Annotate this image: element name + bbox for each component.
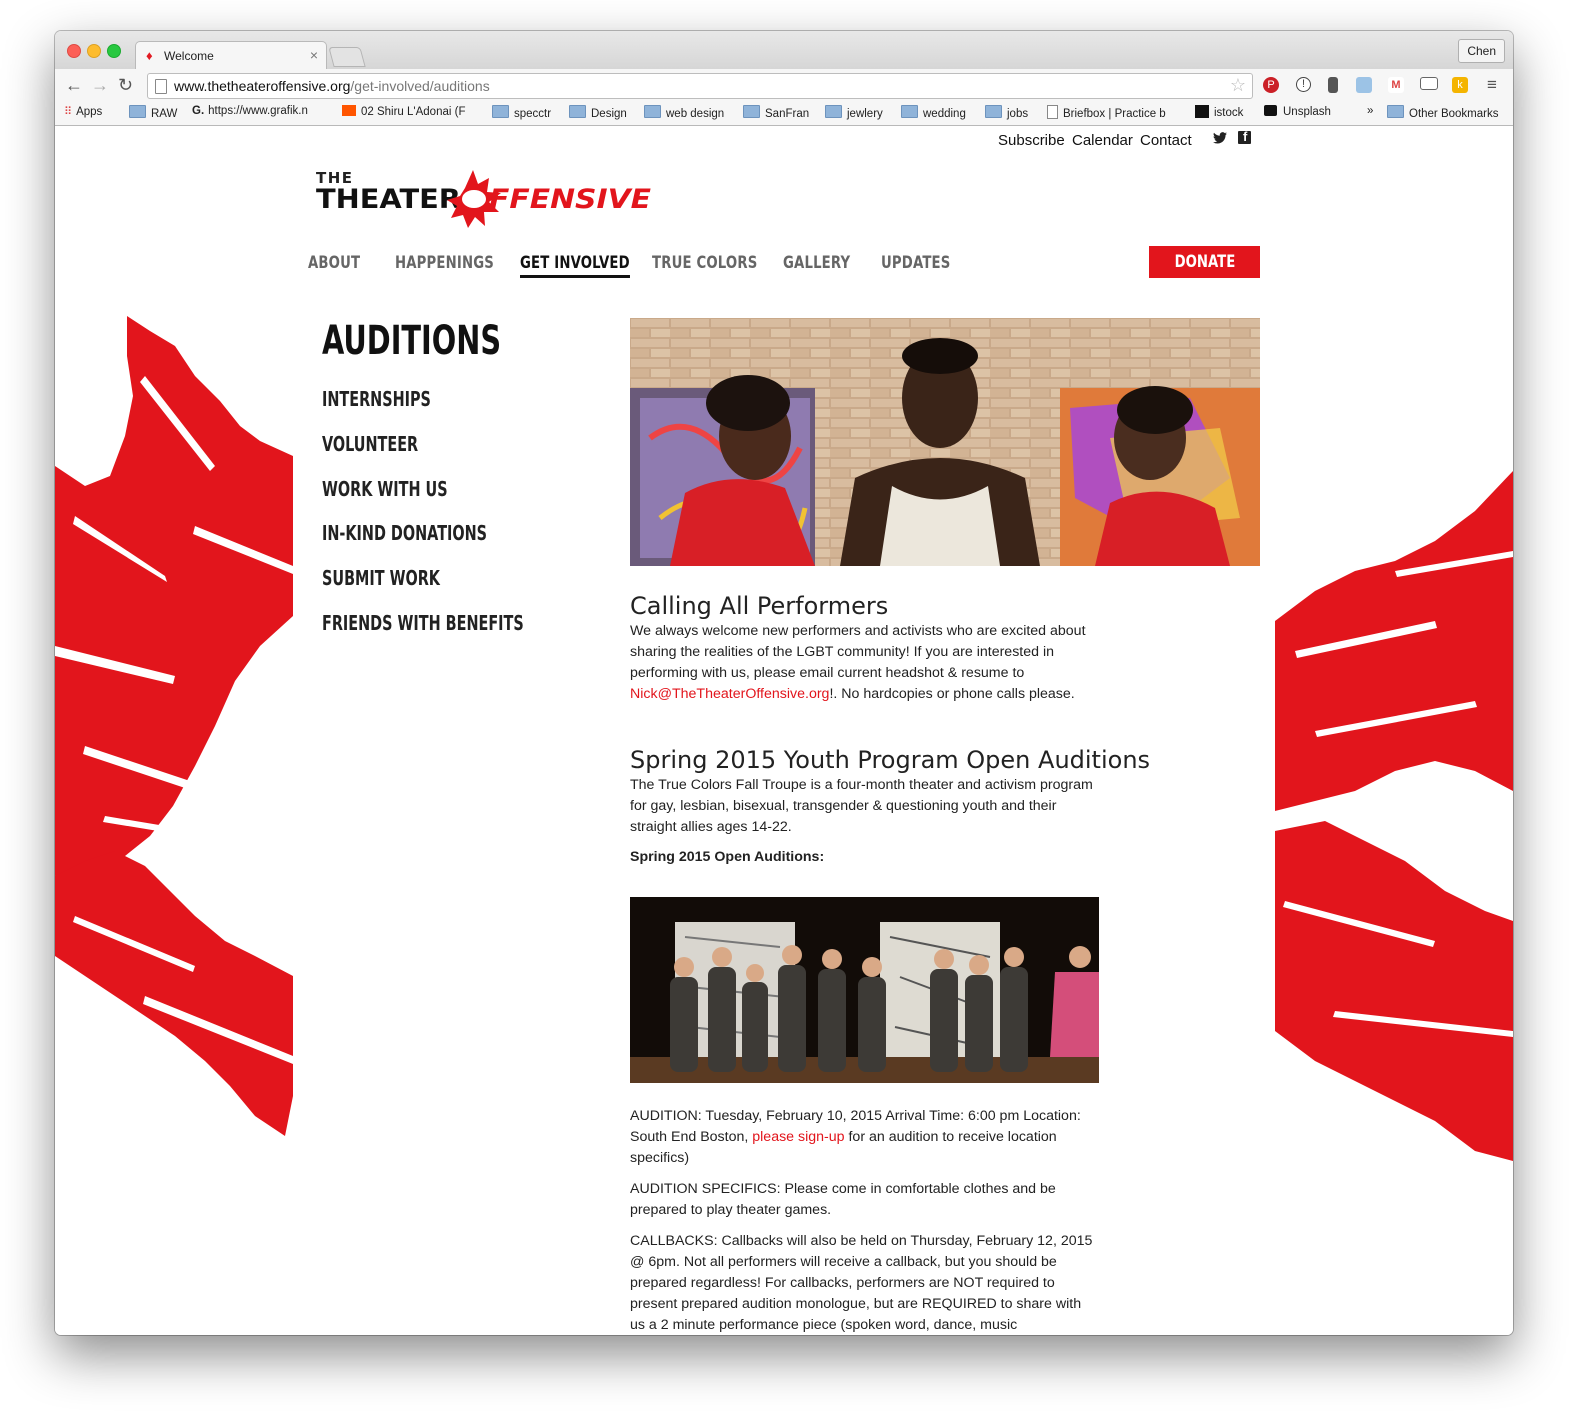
bookmark-star-icon[interactable]: ☆ bbox=[1230, 75, 1246, 96]
tab-strip: ♦ Welcome × Chen bbox=[55, 31, 1513, 70]
minimize-window-button[interactable] bbox=[87, 44, 101, 58]
folder-icon bbox=[1387, 105, 1404, 118]
folder-icon bbox=[901, 105, 918, 118]
heading-spring-auditions: Spring 2015 Youth Program Open Auditions bbox=[630, 746, 1151, 774]
camera-icon bbox=[1264, 105, 1277, 116]
gmail-icon[interactable]: M bbox=[1388, 77, 1404, 93]
page-icon bbox=[155, 79, 167, 94]
folder-icon bbox=[985, 105, 1002, 118]
device-icon[interactable] bbox=[1328, 77, 1338, 93]
sign-up-link[interactable]: please sign-up bbox=[752, 1129, 844, 1145]
bookmark-unsplash[interactable]: Unsplash bbox=[1264, 105, 1331, 118]
logo-offensive-text: FFENSIVE bbox=[489, 184, 652, 215]
paragraph-true-colors: The True Colors Fall Troupe is a four-mo… bbox=[630, 777, 1093, 835]
nav-true-colors[interactable]: TRUE COLORS bbox=[652, 253, 757, 273]
browser-toolbar: ← → ↻ www.thetheateroffensive.org/get-in… bbox=[55, 69, 1513, 101]
url-text: www.thetheateroffensive.org/get-involved… bbox=[174, 78, 490, 94]
site-logo[interactable]: THE THEATER FFENSIVE bbox=[313, 162, 658, 232]
web-page: Subscribe Calendar Contact f THE THEATER bbox=[55, 126, 1513, 1335]
bookmark-jobs[interactable]: jobs bbox=[985, 105, 1028, 120]
bookmark-design[interactable]: Design bbox=[569, 105, 627, 120]
heading-calling-all-performers: Calling All Performers bbox=[630, 592, 889, 620]
screenshot-icon[interactable] bbox=[1356, 77, 1372, 93]
close-window-button[interactable] bbox=[67, 44, 81, 58]
sidebar-item-submit-work[interactable]: SUBMIT WORK bbox=[322, 566, 440, 590]
nav-get-involved[interactable]: GET INVOLVED bbox=[520, 253, 630, 278]
bookmark-specctr[interactable]: specctr bbox=[492, 105, 551, 120]
folder-icon bbox=[569, 105, 586, 118]
contact-link[interactable]: Contact bbox=[1140, 132, 1192, 149]
bookmark-other[interactable]: Other Bookmarks bbox=[1387, 105, 1498, 120]
bookmark-briefbox[interactable]: Briefbox | Practice b bbox=[1047, 105, 1166, 120]
page-icon bbox=[1047, 105, 1058, 119]
zoom-window-button[interactable] bbox=[107, 44, 121, 58]
bookmark-raw[interactable]: RAW bbox=[129, 105, 177, 120]
back-arrow-icon[interactable]: ← bbox=[65, 74, 83, 96]
paragraph-calling-performers: We always welcome new performers and act… bbox=[630, 623, 1086, 702]
menu-icon[interactable]: ≡ bbox=[1487, 74, 1497, 96]
sidebar-item-volunteer[interactable]: VOLUNTEER bbox=[322, 432, 418, 456]
bookmark-apps[interactable]: ⠿ Apps bbox=[64, 105, 102, 118]
folder-icon bbox=[492, 105, 509, 118]
cast-icon[interactable] bbox=[1420, 77, 1438, 90]
bookmark-jewlery[interactable]: jewlery bbox=[825, 105, 883, 120]
reload-icon[interactable]: ↻ bbox=[118, 74, 133, 96]
forward-arrow-icon[interactable]: → bbox=[91, 74, 109, 96]
sidebar-item-friends-with-benefits[interactable]: FRIENDS WITH BENEFITS bbox=[322, 611, 524, 635]
apps-grid-icon: ⠿ bbox=[64, 106, 73, 118]
pinterest-icon[interactable]: P bbox=[1263, 77, 1279, 93]
tab-title: Welcome bbox=[164, 49, 214, 63]
nav-gallery[interactable]: GALLERY bbox=[783, 253, 850, 273]
hero-photo bbox=[630, 318, 1260, 566]
tab-close-icon[interactable]: × bbox=[310, 47, 318, 63]
troupe-photo bbox=[630, 897, 1099, 1083]
bookmark-soundcloud[interactable]: 02 Shiru L'Adonai (F bbox=[342, 105, 465, 118]
logo-theater-text: THEATER bbox=[316, 184, 461, 215]
new-tab-button[interactable] bbox=[328, 47, 366, 67]
folder-icon bbox=[743, 105, 760, 118]
k-extension-icon[interactable]: k bbox=[1452, 77, 1468, 93]
bookmark-sanfran[interactable]: SanFran bbox=[743, 105, 809, 120]
red-splash-right bbox=[1275, 471, 1513, 1161]
more-bookmarks-chevron[interactable]: » bbox=[1367, 105, 1373, 117]
nav-updates[interactable]: UPDATES bbox=[881, 253, 950, 273]
folder-icon bbox=[644, 105, 661, 118]
paragraph-audition-specifics: AUDITION SPECIFICS: Please come in comfo… bbox=[630, 1181, 1056, 1218]
email-link[interactable]: Nick@TheTheaterOffensive.org bbox=[630, 686, 829, 702]
sidebar-item-in-kind-donations[interactable]: IN-KIND DONATIONS bbox=[322, 521, 487, 545]
folder-icon bbox=[825, 105, 842, 118]
calendar-link[interactable]: Calendar bbox=[1072, 132, 1133, 149]
bookmark-web-design[interactable]: web design bbox=[644, 105, 724, 120]
facebook-icon[interactable]: f bbox=[1238, 129, 1251, 144]
bookmarks-bar: ⠿ Apps RAW G. https://www.grafik.n 02 Shir… bbox=[55, 101, 1513, 126]
subscribe-link[interactable]: Subscribe bbox=[998, 132, 1065, 149]
istock-icon bbox=[1195, 105, 1209, 118]
soundcloud-icon bbox=[342, 105, 356, 116]
sidebar-item-internships[interactable]: INTERNSHIPS bbox=[322, 387, 431, 411]
sidebar-title-auditions[interactable]: AUDITIONS bbox=[322, 318, 501, 364]
svg-text:FFENSIVE: FFENSIVE bbox=[489, 184, 652, 215]
bookmark-wedding[interactable]: wedding bbox=[901, 105, 966, 120]
profile-button[interactable]: Chen bbox=[1458, 39, 1505, 63]
grafik-icon: G. bbox=[192, 105, 205, 117]
sidebar-item-work-with-us[interactable]: WORK WITH US bbox=[322, 477, 448, 501]
address-bar[interactable]: www.thetheateroffensive.org/get-involved… bbox=[147, 73, 1253, 99]
bookmark-istock[interactable]: istock bbox=[1195, 105, 1243, 119]
paragraph-audition-details: AUDITION: Tuesday, February 10, 2015 Arr… bbox=[630, 1108, 1081, 1166]
nav-about[interactable]: ABOUT bbox=[308, 253, 360, 273]
twitter-icon[interactable] bbox=[1213, 131, 1227, 147]
donate-button[interactable]: DONATE bbox=[1149, 246, 1260, 278]
paragraph-callbacks: CALLBACKS: Callbacks will also be held o… bbox=[630, 1233, 1093, 1333]
nav-happenings[interactable]: HAPPENINGS bbox=[395, 253, 494, 273]
svg-text:THEATER: THEATER bbox=[316, 184, 461, 215]
favicon-icon: ♦ bbox=[146, 48, 153, 63]
browser-tab[interactable]: ♦ Welcome × bbox=[135, 41, 327, 70]
red-splash-left bbox=[55, 316, 293, 1136]
onepassword-icon[interactable]: ! bbox=[1296, 77, 1311, 92]
browser-window: ♦ Welcome × Chen ← → ↻ www.thetheateroff… bbox=[55, 31, 1513, 1335]
bookmark-grafik[interactable]: G. https://www.grafik.n bbox=[192, 105, 308, 117]
subheading-open-auditions: Spring 2015 Open Auditions: bbox=[630, 849, 825, 865]
folder-icon bbox=[129, 105, 146, 118]
